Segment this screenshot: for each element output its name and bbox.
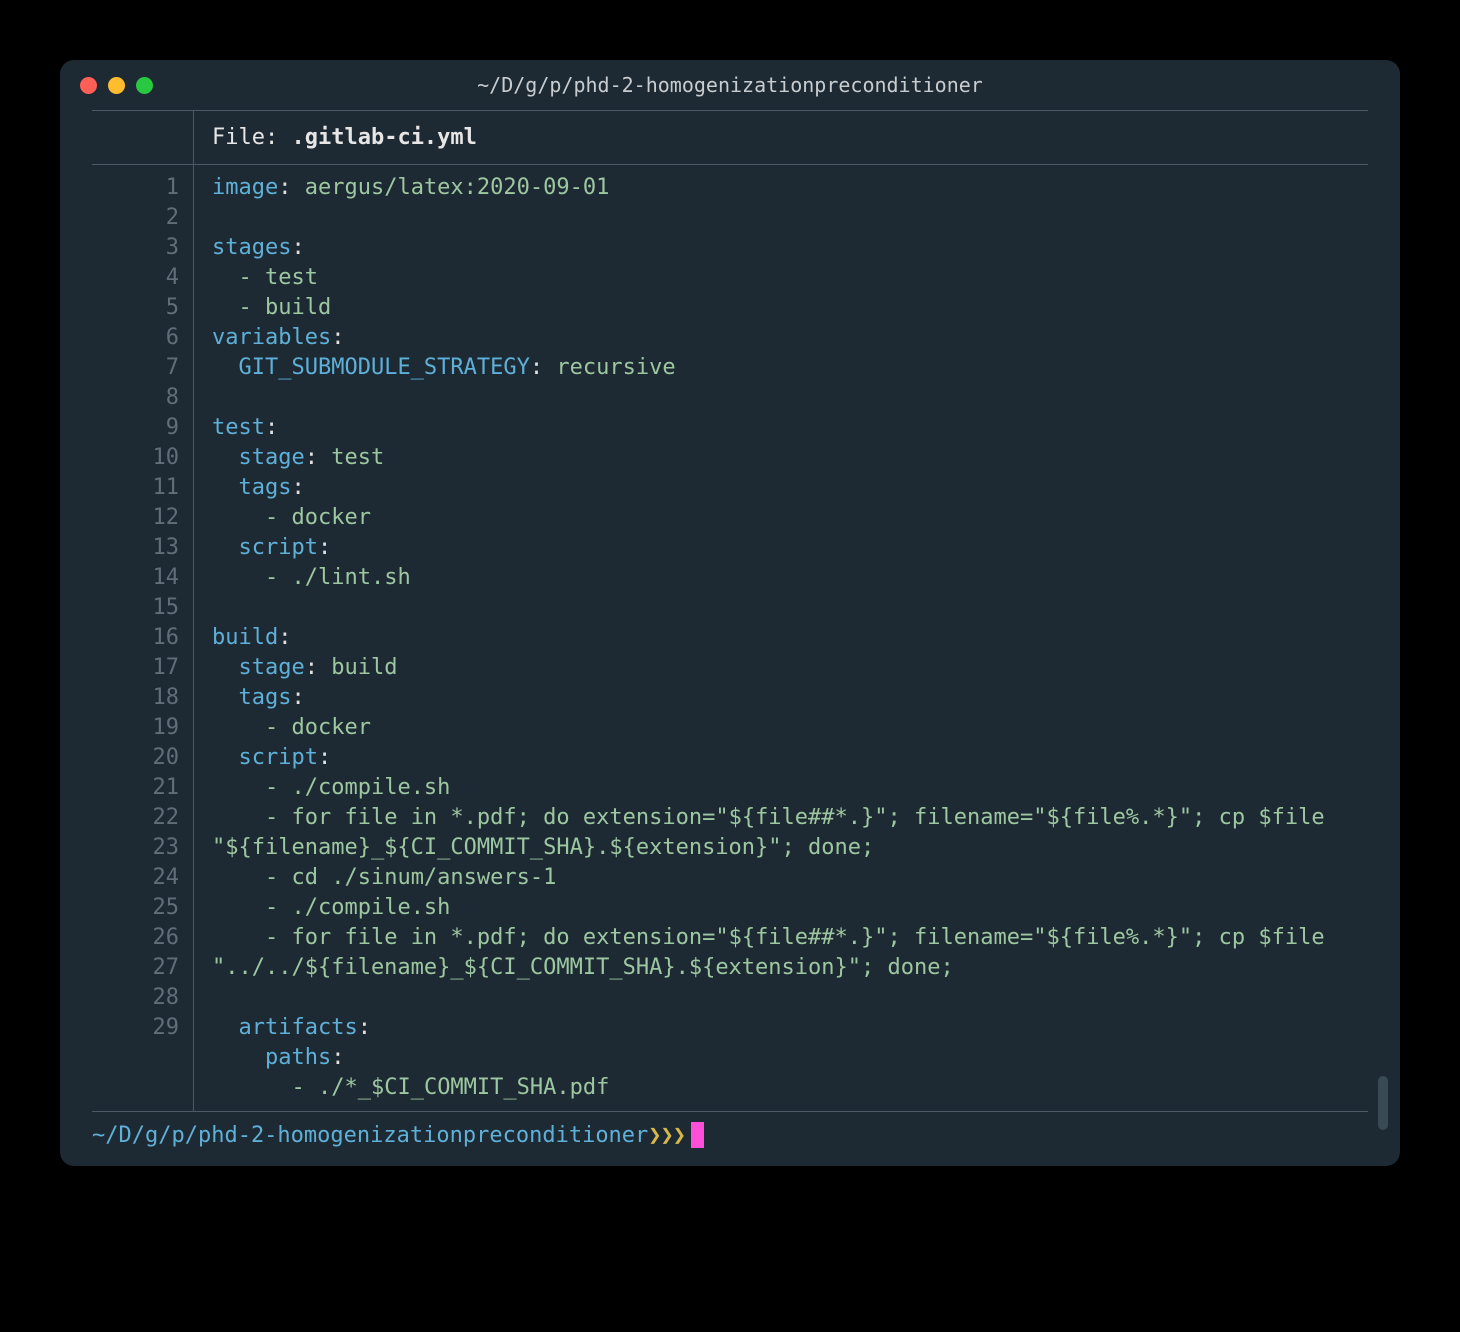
scrollbar-thumb[interactable] <box>1378 1076 1388 1130</box>
line-number: 9 <box>92 413 179 443</box>
file-name: .gitlab-ci.yml <box>291 125 476 150</box>
code-line: script: <box>212 533 1368 563</box>
code-line: - ./lint.sh <box>212 563 1368 593</box>
line-number: 22 <box>92 803 179 833</box>
code-line: test: <box>212 413 1368 443</box>
file-label-prefix: File: <box>212 125 291 150</box>
code-line: tags: <box>212 683 1368 713</box>
code-line: - docker <box>212 713 1368 743</box>
file-header: File: .gitlab-ci.yml <box>92 110 1368 165</box>
line-number: 28 <box>92 983 179 1013</box>
close-button[interactable] <box>80 77 97 94</box>
code-line: - ./compile.sh <box>212 773 1368 803</box>
terminal-content: File: .gitlab-ci.yml 1234567891011121314… <box>60 110 1400 1112</box>
code-line: - ./compile.sh <box>212 893 1368 923</box>
code-line: - build <box>212 293 1368 323</box>
line-number: 3 <box>92 233 179 263</box>
line-number: 1 <box>92 173 179 203</box>
line-number: 4 <box>92 263 179 293</box>
line-number: 10 <box>92 443 179 473</box>
code-line: script: <box>212 743 1368 773</box>
code-line: paths: <box>212 1043 1368 1073</box>
terminal-window: ~/D/g/p/phd-2-homogenizationprecondition… <box>60 60 1400 1166</box>
line-number: 27 <box>92 953 179 983</box>
line-number-gutter: 1234567891011121314151617181920212223242… <box>92 165 194 1111</box>
code-line: stages: <box>212 233 1368 263</box>
code-line <box>212 593 1368 623</box>
zoom-button[interactable] <box>136 77 153 94</box>
line-number: 14 <box>92 563 179 593</box>
code-line <box>212 983 1368 1013</box>
code-line: tags: <box>212 473 1368 503</box>
file-label: File: .gitlab-ci.yml <box>194 111 495 164</box>
prompt-path: ~/D/g/p/phd-2-homogenizationprecondition… <box>92 1123 648 1148</box>
line-number: 13 <box>92 533 179 563</box>
code-line: build: <box>212 623 1368 653</box>
line-number: 5 <box>92 293 179 323</box>
cursor <box>691 1122 704 1148</box>
prompt-row[interactable]: ~/D/g/p/phd-2-homogenizationprecondition… <box>60 1112 1400 1148</box>
code-line: GIT_SUBMODULE_STRATEGY: recursive <box>212 353 1368 383</box>
line-number: 8 <box>92 383 179 413</box>
gutter-spacer <box>92 111 194 164</box>
code-area: 1234567891011121314151617181920212223242… <box>92 165 1368 1112</box>
line-number: 26 <box>92 923 179 953</box>
code-line: - test <box>212 263 1368 293</box>
prompt-arrows: ❯❯❯ <box>648 1123 685 1148</box>
code-line: image: aergus/latex:2020-09-01 <box>212 173 1368 203</box>
titlebar: ~/D/g/p/phd-2-homogenizationprecondition… <box>60 60 1400 110</box>
line-number: 20 <box>92 743 179 773</box>
code-line: - for file in *.pdf; do extension="${fil… <box>212 803 1368 863</box>
code-line: - docker <box>212 503 1368 533</box>
line-number: 24 <box>92 863 179 893</box>
code-line: - for file in *.pdf; do extension="${fil… <box>212 923 1368 983</box>
line-number: 21 <box>92 773 179 803</box>
line-number: 7 <box>92 353 179 383</box>
line-number: 25 <box>92 893 179 923</box>
line-number: 2 <box>92 203 179 233</box>
code-line: artifacts: <box>212 1013 1368 1043</box>
line-number: 12 <box>92 503 179 533</box>
line-number: 23 <box>92 833 179 863</box>
line-number: 6 <box>92 323 179 353</box>
line-number: 11 <box>92 473 179 503</box>
code-body[interactable]: image: aergus/latex:2020-09-01 stages: -… <box>194 165 1368 1111</box>
code-line: - ./*_$CI_COMMIT_SHA.pdf <box>212 1073 1368 1103</box>
line-number: 18 <box>92 683 179 713</box>
code-line: - cd ./sinum/answers-1 <box>212 863 1368 893</box>
code-line: stage: build <box>212 653 1368 683</box>
minimize-button[interactable] <box>108 77 125 94</box>
window-title: ~/D/g/p/phd-2-homogenizationprecondition… <box>60 73 1400 97</box>
code-line <box>212 383 1368 413</box>
code-line: variables: <box>212 323 1368 353</box>
line-number: 19 <box>92 713 179 743</box>
line-number: 16 <box>92 623 179 653</box>
line-number: 17 <box>92 653 179 683</box>
code-line: stage: test <box>212 443 1368 473</box>
line-number: 15 <box>92 593 179 623</box>
traffic-lights <box>80 77 153 94</box>
line-number: 29 <box>92 1013 179 1043</box>
code-line <box>212 203 1368 233</box>
